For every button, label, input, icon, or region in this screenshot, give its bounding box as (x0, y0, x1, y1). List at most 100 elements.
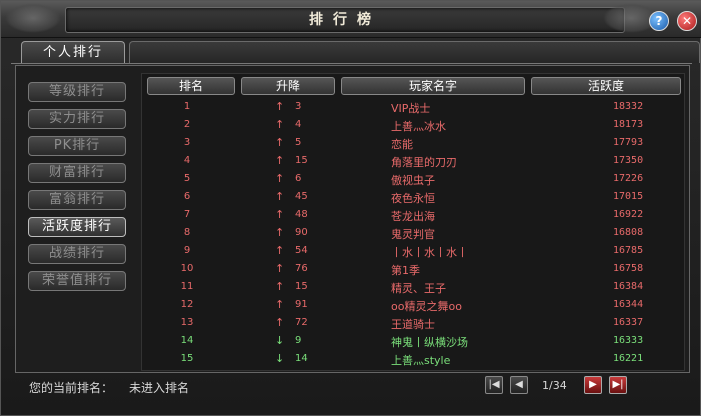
activity-cell: 16337 (613, 317, 644, 328)
table-row[interactable]: 8 ↑ 90 鬼灵判官 16808 (143, 224, 683, 242)
player-name-cell: 精灵、王子 (391, 282, 446, 295)
rank-change-cell: 15 (295, 155, 308, 166)
rank-cell: 10 (180, 263, 194, 274)
tab-personal-ranking[interactable]: 个人排行 (21, 41, 125, 63)
table-row[interactable]: 7 ↑ 48 苍龙出海 16922 (143, 206, 683, 224)
previous-page-button[interactable]: ◀ (510, 376, 528, 394)
activity-cell: 16221 (613, 353, 644, 364)
activity-cell: 16808 (613, 227, 644, 238)
table-row[interactable]: 2 ↑ 4 上善灬冰水 18173 (143, 116, 683, 134)
player-name-cell: 苍龙出海 (391, 210, 435, 223)
activity-cell: 16758 (613, 263, 644, 274)
player-name-cell: 第1季 (391, 264, 420, 277)
tab-strip: 个人排行 (11, 41, 700, 64)
window-title: 排行榜 (65, 7, 625, 33)
player-name-cell: 恋能 (391, 138, 413, 151)
ornament-left-icon (5, 3, 61, 33)
rank-cell: 2 (183, 119, 191, 130)
rank-cell: 13 (180, 317, 194, 328)
rank-cell: 3 (183, 137, 191, 148)
current-rank-value: 未进入排名 (129, 381, 190, 395)
rank-change-cell: 90 (295, 227, 308, 238)
rank-change-arrow-icon: ↓ (275, 334, 285, 347)
activity-cell: 17015 (613, 191, 644, 202)
rank-change-arrow-icon: ↑ (275, 244, 285, 257)
sidebar-item-honor[interactable]: 荣誉值排行 (28, 271, 126, 291)
sidebar-item-wealth[interactable]: 财富排行 (28, 163, 126, 183)
table-row[interactable]: 6 ↑ 45 夜色永恒 17015 (143, 188, 683, 206)
page-indicator: 1/34 (542, 379, 567, 392)
table-row[interactable]: 14 ↓ 9 神鬼丨纵横沙场 16333 (143, 332, 683, 350)
player-name-cell: 神鬼丨纵横沙场 (391, 336, 468, 349)
rank-change-cell: 5 (295, 137, 302, 148)
sidebar-item-tycoon[interactable]: 富翁排行 (28, 190, 126, 210)
first-page-button[interactable]: |◀ (485, 376, 503, 394)
sidebar-item-pk[interactable]: PK排行 (28, 136, 126, 156)
activity-cell: 16785 (613, 245, 644, 256)
current-rank-label: 您的当前排名： (29, 381, 114, 395)
column-header-rank[interactable]: 排名 (147, 77, 235, 95)
activity-cell: 16333 (613, 335, 644, 346)
activity-cell: 17793 (613, 137, 644, 148)
rank-change-arrow-icon: ↑ (275, 100, 285, 113)
player-name-cell: 鬼灵判官 (391, 228, 435, 241)
rank-change-arrow-icon: ↓ (275, 352, 285, 365)
rank-change-cell: 48 (295, 209, 308, 220)
title-bar[interactable]: 排行榜 ? ✕ (1, 1, 701, 38)
rank-change-cell: 9 (295, 335, 302, 346)
player-name-cell: VIP战士 (391, 102, 431, 115)
activity-cell: 18332 (613, 101, 644, 112)
table-row[interactable]: 5 ↑ 6 傲视虫子 17226 (143, 170, 683, 188)
close-button[interactable]: ✕ (677, 11, 697, 31)
rank-cell: 14 (180, 335, 194, 346)
activity-cell: 16922 (613, 209, 644, 220)
rank-cell: 8 (183, 227, 191, 238)
rank-change-arrow-icon: ↑ (275, 190, 285, 203)
table-row[interactable]: 13 ↑ 72 王道骑士 16337 (143, 314, 683, 332)
player-name-cell: 王道骑士 (391, 318, 435, 331)
rank-change-cell: 76 (295, 263, 308, 274)
player-name-cell: 夜色永恒 (391, 192, 435, 205)
rank-change-cell: 54 (295, 245, 308, 256)
table-row[interactable]: 11 ↑ 15 精灵、王子 16384 (143, 278, 683, 296)
rank-change-cell: 45 (295, 191, 308, 202)
player-name-cell: 丨水丨水丨水丨 (391, 246, 468, 259)
next-page-button[interactable]: ▶ (584, 376, 602, 394)
table-row[interactable]: 15 ↓ 14 上善灬style 16221 (143, 350, 683, 368)
tab-strip-filler (129, 41, 700, 63)
column-header-activity[interactable]: 活跃度 (531, 77, 681, 95)
player-name-cell: 上善灬冰水 (391, 120, 446, 133)
rank-cell: 11 (180, 281, 194, 292)
sidebar-item-level[interactable]: 等级排行 (28, 82, 126, 102)
rank-cell: 15 (180, 353, 194, 364)
rank-change-arrow-icon: ↑ (275, 136, 285, 149)
rank-change-arrow-icon: ↑ (275, 172, 285, 185)
table-row[interactable]: 9 ↑ 54 丨水丨水丨水丨 16785 (143, 242, 683, 260)
rank-cell: 4 (183, 155, 191, 166)
activity-cell: 17350 (613, 155, 644, 166)
sidebar-item-activity[interactable]: 活跃度排行 (28, 217, 126, 237)
rank-cell: 7 (183, 209, 191, 220)
rank-change-cell: 6 (295, 173, 302, 184)
column-header-change[interactable]: 升降 (241, 77, 335, 95)
player-name-cell: 角落里的刀刃 (391, 156, 457, 169)
table-row[interactable]: 4 ↑ 15 角落里的刀刃 17350 (143, 152, 683, 170)
rank-change-cell: 15 (295, 281, 308, 292)
table-row[interactable]: 3 ↑ 5 恋能 17793 (143, 134, 683, 152)
rank-change-arrow-icon: ↑ (275, 262, 285, 275)
sidebar-item-battle-record[interactable]: 战绩排行 (28, 244, 126, 264)
last-page-button[interactable]: ▶| (609, 376, 627, 394)
rank-change-cell: 3 (295, 101, 302, 112)
sidebar-item-strength[interactable]: 实力排行 (28, 109, 126, 129)
rank-change-arrow-icon: ↑ (275, 226, 285, 239)
column-header-player-name[interactable]: 玩家名字 (341, 77, 525, 95)
table-row[interactable]: 12 ↑ 91 oo精灵之舞oo 16344 (143, 296, 683, 314)
help-button[interactable]: ? (649, 11, 669, 31)
table-row[interactable]: 10 ↑ 76 第1季 16758 (143, 260, 683, 278)
rank-change-cell: 14 (295, 353, 308, 364)
activity-cell: 16384 (613, 281, 644, 292)
activity-cell: 17226 (613, 173, 644, 184)
player-name-cell: 傲视虫子 (391, 174, 435, 187)
rank-change-cell: 4 (295, 119, 302, 130)
table-row[interactable]: 1 ↑ 3 VIP战士 18332 (143, 98, 683, 116)
